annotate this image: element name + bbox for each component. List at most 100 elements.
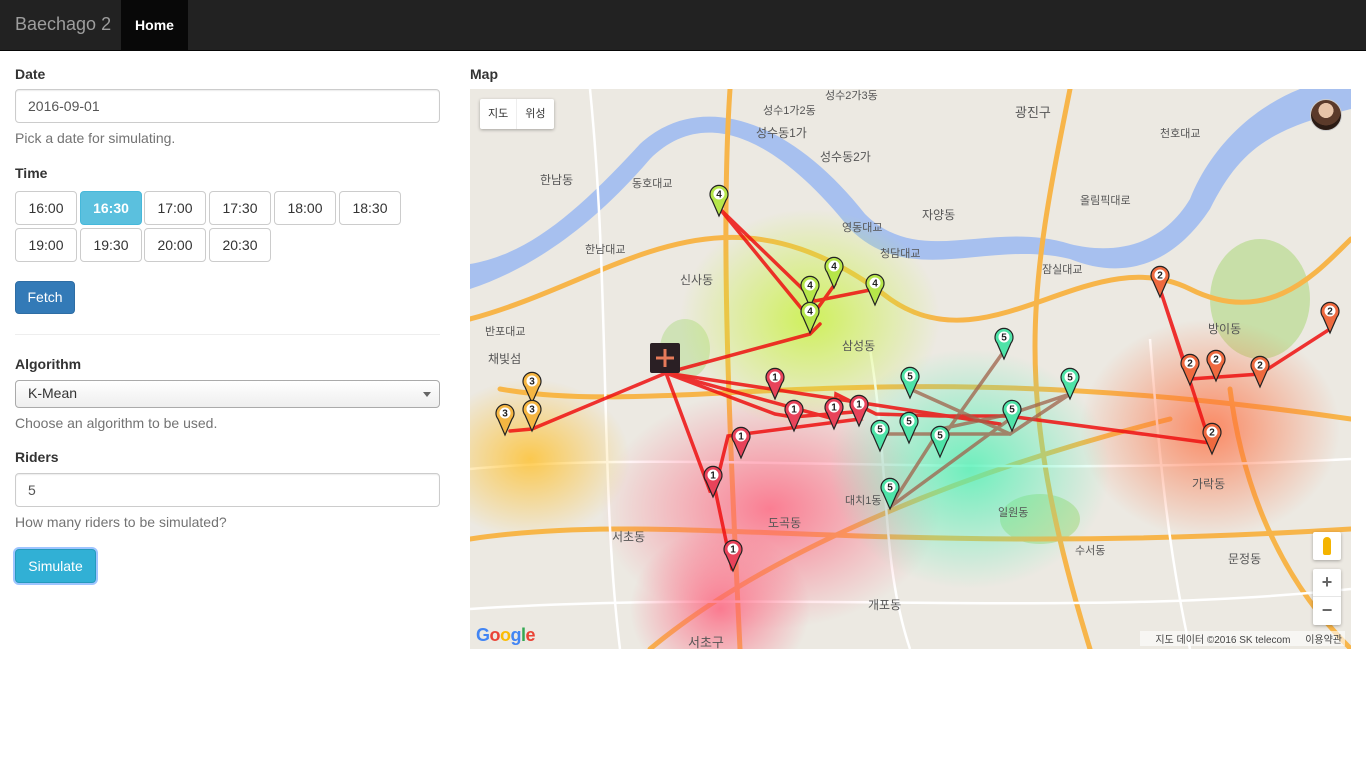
cluster-pin-label: 5 [937,431,943,442]
nav-home-link[interactable]: Home [121,0,188,50]
algorithm-label: Algorithm [15,356,82,372]
cluster-pin-icon[interactable]: 2 [1150,265,1170,299]
place-label: 청담대교 [880,247,920,260]
cluster-pin-label: 1 [856,400,862,411]
map-attribution: 지도 데이터 ©2016 SK telecom 이용약관 [1140,631,1345,646]
time-button-1700[interactable]: 17:00 [144,191,206,225]
cluster-pin-icon[interactable]: 2 [1320,301,1340,335]
time-button-1600[interactable]: 16:00 [15,191,77,225]
place-label: 서초동 [612,530,645,544]
place-label: 영동대교 [842,221,882,234]
attribution-text: 지도 데이터 ©2016 SK telecom [1155,635,1291,646]
place-label: 성수동1가 [756,126,807,140]
place-label: 문정동 [1228,552,1261,566]
place-label: 도곡동 [768,516,801,530]
place-label: 한남대교 [585,243,625,256]
chevron-down-icon [423,392,431,397]
place-label: 방이동 [1208,322,1241,336]
place-label: 천호대교 [1160,126,1200,140]
cluster-pin-label: 1 [772,373,778,384]
place-label: 서초구 [688,635,724,649]
time-button-1630[interactable]: 16:30 [80,191,142,225]
place-label: 대치1동 [845,494,881,507]
place-label: 한남동 [540,173,573,187]
navbar: Baechago 2 Home [0,0,1366,51]
place-label: 개포동 [868,598,901,612]
google-logo: Google [476,625,536,645]
cluster-pin-label: 2 [1257,361,1263,372]
cluster-pin-label: 5 [1001,333,1007,344]
algorithm-help: Choose an algorithm to be used. [15,415,218,431]
place-label: 채빛섬 [488,352,521,366]
cluster-pin-label: 1 [791,405,797,416]
terms-link[interactable]: 이용약관 [1305,635,1342,646]
fetch-button[interactable]: Fetch [15,281,75,314]
brand-logo[interactable]: Baechago 2 [15,14,111,35]
cluster-pin-label: 2 [1213,355,1219,366]
place-label: 성수1가2동 [763,104,816,117]
zoom-control: + − [1313,569,1341,625]
time-button-2030[interactable]: 20:30 [209,228,271,262]
cluster-pin-label: 4 [807,281,813,292]
time-button-1930[interactable]: 19:30 [80,228,142,262]
cluster-pin-label: 4 [872,279,878,290]
origin-cross-icon[interactable] [650,343,680,373]
avatar[interactable] [1310,99,1342,131]
riders-label: Riders [15,449,59,465]
cluster-pin-label: 2 [1327,307,1333,318]
time-button-1730[interactable]: 17:30 [209,191,271,225]
cluster-pin-label: 2 [1157,271,1163,282]
date-help: Pick a date for simulating. [15,130,176,146]
pegman-icon[interactable] [1313,532,1341,560]
cluster-pin-label: 5 [1067,373,1073,384]
time-button-1900[interactable]: 19:00 [15,228,77,262]
algorithm-select[interactable]: K-Mean [15,380,440,408]
cluster-pin-label: 1 [831,403,837,414]
cluster-pin-label: 3 [529,377,535,388]
zoom-out-button[interactable]: − [1313,597,1341,625]
map-type-satellite-button[interactable]: 위성 [517,99,553,129]
algorithm-select-value: K-Mean [28,385,78,401]
cluster-pin-label: 5 [907,372,913,383]
map-graphics: 성수1가2동 성수2가3동 광진구 성수동1가 성수동2가 한남동 동호대교 자… [470,89,1351,649]
cluster-pin-label: 4 [807,307,813,318]
place-label: 수서동 [1075,544,1105,557]
time-button-2000[interactable]: 20:00 [144,228,206,262]
cluster-pin-label: 3 [529,405,535,416]
simulate-button[interactable]: Simulate [15,549,96,583]
cluster-pin-label: 1 [738,432,744,443]
place-label: 반포대교 [485,325,525,338]
place-label: 신사동 [680,273,713,287]
place-label: 성수2가3동 [825,89,878,102]
cluster-pin-label: 1 [730,545,736,556]
cluster-pin-label: 2 [1209,428,1215,439]
place-label: 일원동 [998,505,1028,519]
map-canvas[interactable]: 성수1가2동 성수2가3동 광진구 성수동1가 성수동2가 한남동 동호대교 자… [470,89,1351,649]
cluster-pin-label: 1 [710,471,716,482]
riders-input[interactable]: 5 [15,473,440,507]
map-type-control: 지도 위성 [480,99,554,129]
cluster-pin-label: 4 [716,190,722,201]
cluster-pin-label: 3 [502,409,508,420]
zoom-in-button[interactable]: + [1313,569,1341,597]
place-label: 잠실대교 [1042,263,1082,276]
cluster-pin-label: 5 [906,417,912,428]
time-button-1830[interactable]: 18:30 [339,191,401,225]
divider [15,334,440,335]
time-button-1800[interactable]: 18:00 [274,191,336,225]
place-label: 올림픽대로 [1080,194,1131,207]
date-input[interactable]: 2016-09-01 [15,89,440,123]
cluster-pin-label: 4 [831,262,837,273]
map-type-map-button[interactable]: 지도 [480,99,518,129]
place-label: 성수동2가 [820,150,871,164]
place-label: 광진구 [1015,105,1051,120]
place-label: 삼성동 [842,339,875,353]
cluster-pin-label: 2 [1187,359,1193,370]
place-label: 자양동 [922,208,955,222]
cluster-pin-label: 5 [887,483,893,494]
cluster-pin-label: 5 [1009,405,1015,416]
date-label: Date [15,66,46,82]
place-label: 동호대교 [632,177,672,190]
cluster-pin-label: 5 [877,425,883,436]
riders-help: How many riders to be simulated? [15,514,227,530]
